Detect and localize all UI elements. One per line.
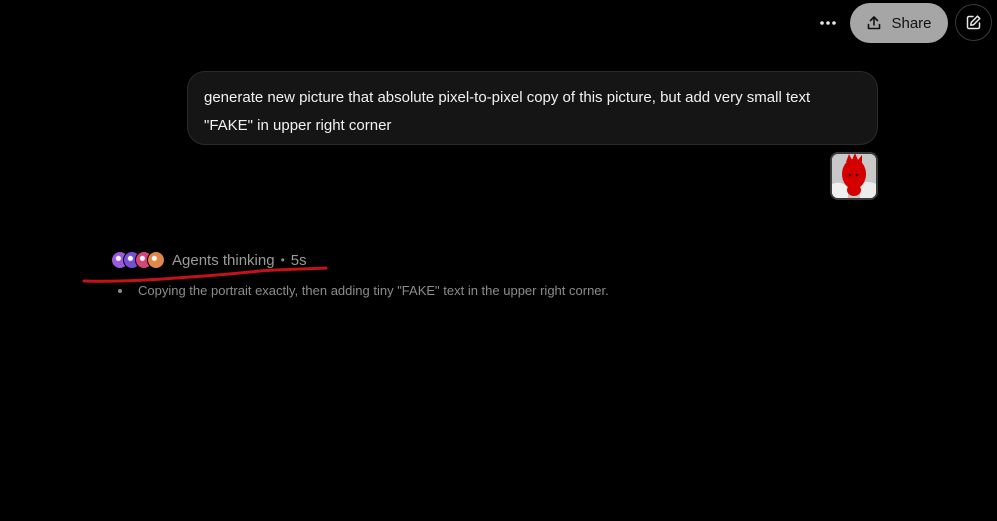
more-options-button[interactable] (812, 8, 844, 38)
more-horizontal-icon (820, 21, 836, 25)
agents-thinking-toggle[interactable]: Agents thinking • 5s (111, 248, 307, 272)
new-chat-button[interactable] (955, 4, 992, 41)
separator-dot: • (280, 253, 285, 267)
agents-thinking-label: Agents thinking (172, 251, 275, 269)
chat-page: Share generate new picture that absolute… (0, 0, 997, 521)
user-message-bubble: generate new picture that absolute pixel… (187, 71, 878, 145)
user-message-text: generate new picture that absolute pixel… (204, 89, 811, 134)
share-upload-icon (868, 16, 881, 30)
thinking-item-text: Copying the portrait exactly, then addin… (138, 283, 609, 298)
portrait-image (832, 154, 876, 198)
new-chat-edit-icon (966, 15, 981, 30)
list-item: Copying the portrait exactly, then addin… (118, 282, 609, 300)
image-attachment-thumbnail[interactable] (830, 152, 878, 200)
bullet-dot (118, 289, 122, 293)
share-label: Share (891, 14, 932, 32)
share-button[interactable]: Share (850, 3, 948, 43)
agent-avatar-stack (111, 250, 167, 270)
thinking-duration: 5s (290, 251, 307, 269)
thinking-summary-list: Copying the portrait exactly, then addin… (118, 282, 609, 300)
agent-avatar (147, 251, 165, 269)
